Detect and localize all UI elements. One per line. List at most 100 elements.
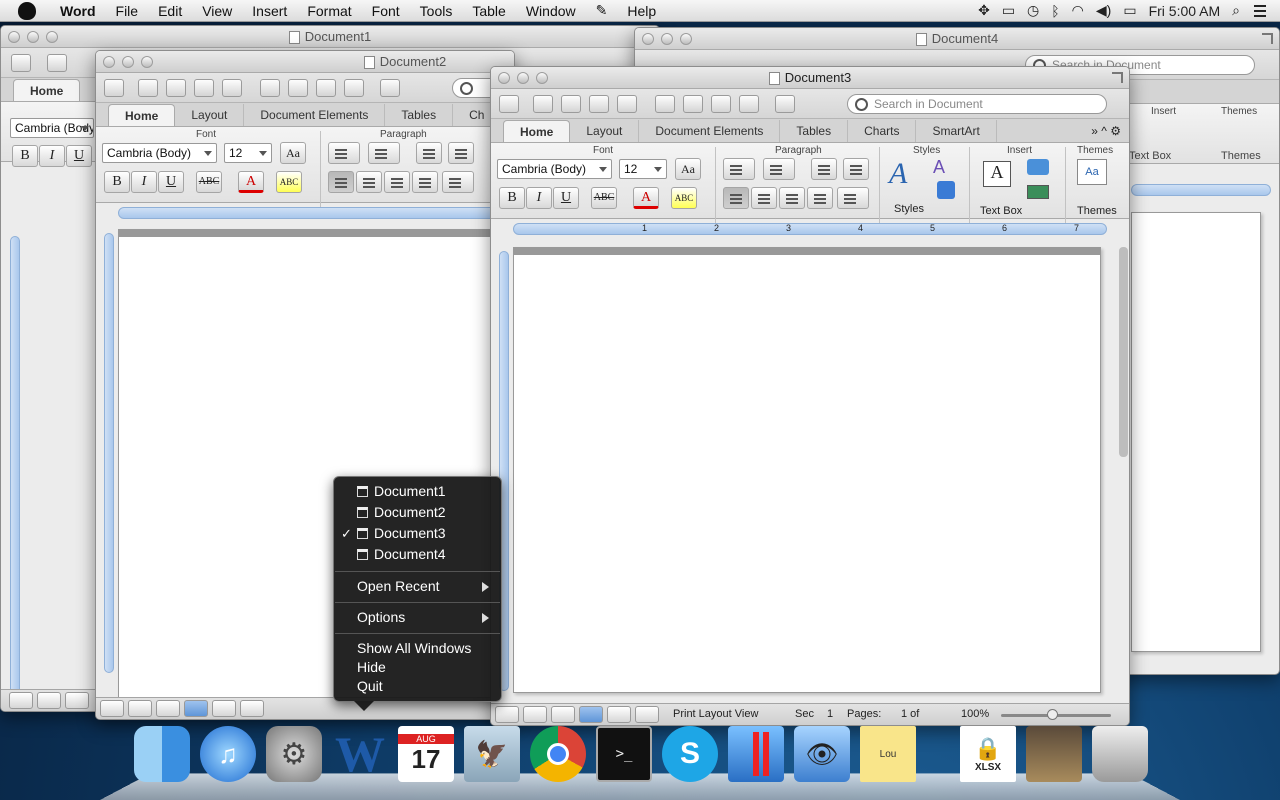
view-outline-button[interactable] bbox=[128, 700, 152, 717]
word-icon[interactable]: W bbox=[332, 726, 388, 782]
tab-tables[interactable]: Tables bbox=[780, 120, 849, 142]
tab-home[interactable]: Home bbox=[108, 104, 176, 126]
menu-item-hide[interactable]: Hide bbox=[334, 657, 501, 678]
new-doc-icon[interactable] bbox=[104, 79, 124, 97]
finder-icon[interactable] bbox=[134, 726, 190, 782]
format-painter-icon[interactable] bbox=[344, 79, 364, 97]
titlebar[interactable]: Document2 bbox=[96, 51, 514, 73]
align-center-button[interactable] bbox=[356, 171, 382, 193]
menu-font[interactable]: Font bbox=[362, 3, 410, 19]
time-machine-icon[interactable]: ◷ bbox=[1027, 2, 1039, 19]
highlight-button[interactable]: ABC bbox=[671, 187, 697, 209]
spotlight-icon[interactable]: ⌕ bbox=[1232, 2, 1240, 19]
line-spacing-button[interactable] bbox=[837, 187, 869, 209]
font-name-combo[interactable]: Cambria (Body) bbox=[102, 143, 217, 163]
gallery-icon[interactable] bbox=[47, 54, 67, 72]
parallels-icon[interactable] bbox=[728, 726, 784, 782]
font-size-combo[interactable]: 12 bbox=[619, 159, 667, 179]
align-left-button[interactable] bbox=[723, 187, 749, 209]
change-case-button[interactable]: Aa bbox=[280, 142, 306, 164]
new-doc-icon[interactable] bbox=[11, 54, 31, 72]
menu-item-document4[interactable]: Document4 bbox=[334, 544, 501, 565]
font-color-button[interactable]: A bbox=[633, 187, 659, 209]
align-center-button[interactable] bbox=[751, 187, 777, 209]
align-right-button[interactable] bbox=[384, 171, 410, 193]
menu-window[interactable]: Window bbox=[516, 3, 586, 19]
calendar-icon[interactable]: AUG 17 bbox=[398, 726, 454, 782]
view-print-layout-button[interactable] bbox=[184, 700, 208, 717]
italic-button[interactable]: I bbox=[131, 171, 157, 193]
menu-view[interactable]: View bbox=[192, 3, 242, 19]
fullscreen-icon[interactable] bbox=[1112, 72, 1123, 83]
view-print-layout-button[interactable] bbox=[579, 706, 603, 723]
format-painter-icon[interactable] bbox=[739, 95, 759, 113]
view-fullscreen-button[interactable] bbox=[635, 706, 659, 723]
preview-icon[interactable]: 👁 bbox=[794, 726, 850, 782]
increase-indent-button[interactable] bbox=[448, 142, 474, 164]
open-icon[interactable] bbox=[166, 79, 186, 97]
tab-layout[interactable]: Layout bbox=[570, 120, 640, 142]
numbering-button[interactable] bbox=[368, 142, 400, 164]
tab-document-elements[interactable]: Document Elements bbox=[244, 104, 386, 126]
shape-icon[interactable] bbox=[1027, 159, 1049, 175]
zoom-button[interactable] bbox=[680, 33, 692, 45]
underline-button[interactable]: U bbox=[66, 145, 92, 167]
stickies-icon[interactable]: Lou bbox=[860, 726, 916, 782]
font-color-button[interactable]: A bbox=[238, 171, 264, 193]
chrome-icon[interactable] bbox=[530, 726, 586, 782]
view-notebook-button[interactable] bbox=[607, 706, 631, 723]
tab-home[interactable]: Home bbox=[13, 79, 81, 101]
downloads-stack-icon[interactable] bbox=[1026, 726, 1082, 782]
terminal-icon[interactable]: >_ bbox=[596, 726, 652, 782]
close-button[interactable] bbox=[498, 72, 510, 84]
bold-button[interactable]: B bbox=[499, 187, 525, 209]
text-box-icon[interactable]: A bbox=[983, 161, 1011, 187]
style-pane-icon[interactable] bbox=[937, 181, 955, 199]
zoom-button[interactable] bbox=[141, 56, 153, 68]
italic-button[interactable]: I bbox=[39, 145, 65, 167]
menu-item-show-all-windows[interactable]: Show All Windows bbox=[334, 638, 501, 659]
vertical-ruler[interactable] bbox=[10, 236, 20, 696]
underline-button[interactable]: U bbox=[158, 171, 184, 193]
tab-charts[interactable]: Charts bbox=[848, 120, 917, 142]
print-icon[interactable] bbox=[222, 79, 242, 97]
titlebar[interactable]: Document3 bbox=[491, 67, 1129, 89]
italic-button[interactable]: I bbox=[526, 187, 552, 209]
tab-document-elements[interactable]: Document Elements bbox=[639, 120, 781, 142]
vertical-scrollbar[interactable] bbox=[1119, 247, 1128, 457]
close-button[interactable] bbox=[103, 56, 115, 68]
view-publishing-button[interactable] bbox=[551, 706, 575, 723]
view-publishing-button[interactable] bbox=[65, 692, 89, 709]
move-icon[interactable]: ✥ bbox=[978, 2, 990, 19]
menu-file[interactable]: File bbox=[106, 3, 149, 19]
justify-button[interactable] bbox=[412, 171, 438, 193]
menu-edit[interactable]: Edit bbox=[148, 3, 192, 19]
cut-icon[interactable] bbox=[655, 95, 675, 113]
trash-icon[interactable] bbox=[1092, 726, 1148, 782]
horizontal-ruler[interactable] bbox=[1131, 184, 1271, 196]
notification-center-icon[interactable] bbox=[1252, 4, 1268, 18]
close-button[interactable] bbox=[8, 31, 20, 43]
menu-item-quit[interactable]: Quit bbox=[334, 676, 501, 697]
gallery-icon[interactable] bbox=[533, 95, 553, 113]
increase-indent-button[interactable] bbox=[843, 158, 869, 180]
menu-app-word[interactable]: Word bbox=[50, 3, 106, 19]
justify-button[interactable] bbox=[807, 187, 833, 209]
bullets-button[interactable] bbox=[328, 142, 360, 164]
tab-home[interactable]: Home bbox=[503, 120, 571, 142]
view-draft-button[interactable] bbox=[9, 692, 33, 709]
view-notebook-button[interactable] bbox=[212, 700, 236, 717]
ribbon-options-icon[interactable]: » ^ ⚙ bbox=[1083, 124, 1129, 142]
align-right-button[interactable] bbox=[779, 187, 805, 209]
text-box-button-label[interactable]: Text Box bbox=[980, 205, 1022, 217]
battery-icon[interactable]: ▭ bbox=[1123, 2, 1136, 19]
styles-icon[interactable]: A bbox=[889, 157, 907, 191]
font-name-combo[interactable]: Cambria (Body) bbox=[10, 118, 94, 138]
themes-button-label[interactable]: Themes bbox=[1077, 205, 1117, 217]
undo-icon[interactable] bbox=[775, 95, 795, 113]
horizontal-ruler[interactable] bbox=[118, 207, 508, 219]
copy-icon[interactable] bbox=[683, 95, 703, 113]
font-size-combo[interactable]: 12 bbox=[224, 143, 272, 163]
view-draft-button[interactable] bbox=[100, 700, 124, 717]
highlight-button[interactable]: ABC bbox=[276, 171, 302, 193]
